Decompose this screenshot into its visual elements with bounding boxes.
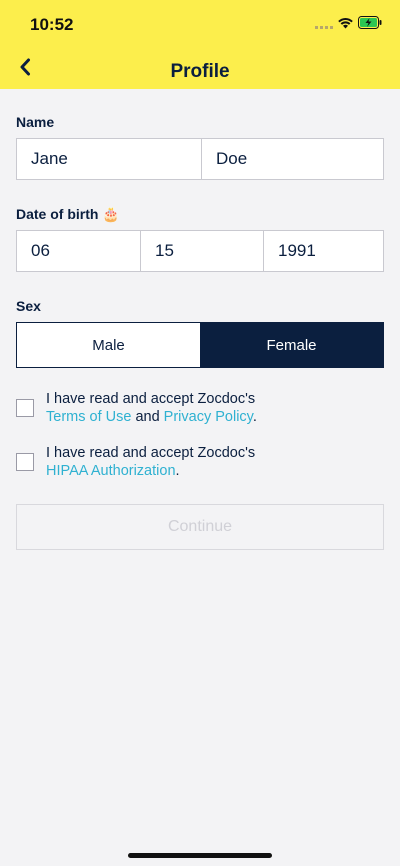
sex-selector: Male Female: [16, 322, 384, 368]
terms-and: and: [131, 409, 164, 425]
hipaa-line1: I have read and accept Zocdoc's: [46, 445, 256, 461]
hipaa-consent-row: I have read and accept Zocdoc's HIPAA Au…: [16, 444, 384, 480]
status-time: 10:52: [30, 15, 74, 34]
terms-period: .: [252, 409, 257, 425]
sex-label: Sex: [16, 298, 41, 314]
dob-label: Date of birth 🎂: [16, 206, 120, 223]
hipaa-period: .: [175, 463, 180, 479]
status-bar: 10:52: [0, 0, 400, 46]
terms-checkbox[interactable]: [16, 399, 34, 417]
wifi-icon: [338, 18, 353, 29]
name-row: Jane Doe: [16, 138, 384, 180]
birthday-cake-icon: 🎂: [102, 206, 120, 222]
dob-day-field[interactable]: 15: [140, 231, 263, 271]
first-name-field[interactable]: Jane: [17, 139, 201, 179]
hipaa-authorization-link[interactable]: HIPAA Authorization: [46, 463, 176, 479]
app-header: 10:52 Profile: [0, 0, 400, 89]
dob-label-text: Date of birth: [16, 206, 99, 222]
hipaa-consent-text: I have read and accept Zocdoc's HIPAA Au…: [46, 444, 255, 480]
terms-consent-row: I have read and accept Zocdoc's Terms of…: [16, 390, 384, 426]
last-name-field[interactable]: Doe: [201, 139, 383, 179]
dob-row: 06 15 1991: [16, 230, 384, 272]
terms-line1: I have read and accept Zocdoc's: [46, 391, 256, 407]
privacy-policy-link[interactable]: Privacy Policy: [164, 409, 253, 425]
home-indicator: [128, 853, 272, 858]
dob-year-field[interactable]: 1991: [263, 231, 383, 271]
sex-option-male[interactable]: Male: [17, 323, 200, 367]
terms-consent-text: I have read and accept Zocdoc's Terms of…: [46, 390, 257, 426]
dob-month-field[interactable]: 06: [17, 231, 140, 271]
terms-of-use-link[interactable]: Terms of Use: [46, 409, 131, 425]
hipaa-checkbox[interactable]: [16, 453, 34, 471]
nav-bar: Profile: [0, 46, 400, 89]
continue-button[interactable]: Continue: [16, 504, 384, 550]
page-title: Profile: [170, 61, 230, 82]
battery-charging-icon: [358, 16, 382, 29]
name-label: Name: [16, 114, 55, 130]
sex-option-female[interactable]: Female: [200, 323, 383, 367]
cellular-signal-icon: [315, 26, 333, 29]
